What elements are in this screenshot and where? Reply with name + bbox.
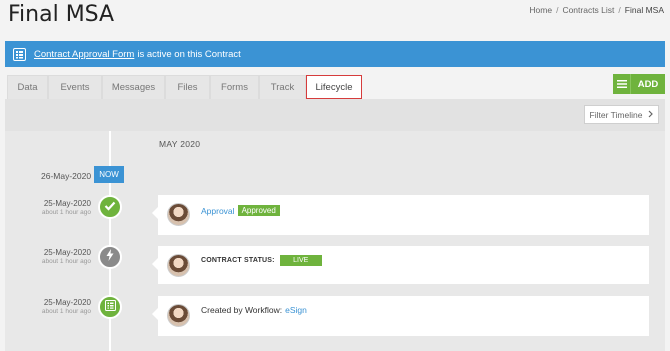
- breadcrumb-home[interactable]: Home: [529, 5, 552, 15]
- now-date: 26-May-2020: [41, 171, 92, 181]
- breadcrumb-contracts-list[interactable]: Contracts List: [562, 5, 614, 15]
- contract-status-label: CONTRACT STATUS:: [201, 257, 275, 264]
- esign-link[interactable]: eSign: [285, 305, 307, 315]
- chevron-right-icon: [648, 110, 654, 120]
- event-date-text: 25-May-2020: [43, 199, 91, 208]
- tab-data[interactable]: Data: [7, 75, 48, 99]
- live-badge: LIVE: [279, 255, 322, 266]
- event-ago: about 1 hour ago: [41, 209, 91, 216]
- approved-badge: Approved: [237, 205, 280, 216]
- event-circle: [98, 245, 122, 269]
- event-date: 25-May-2020 about 1 hour ago: [5, 298, 91, 315]
- breadcrumb: Home / Contracts List / Final MSA: [529, 5, 664, 15]
- event-date-text: 25-May-2020: [43, 248, 91, 257]
- lifecycle-panel: Filter Timeline MAY 2020 26-May-2020 NOW…: [5, 99, 665, 351]
- avatar: [167, 254, 190, 277]
- approval-link[interactable]: Approval: [201, 206, 235, 216]
- page-title: Final MSA: [8, 2, 115, 27]
- tab-bar: Data Events Messages Files Forms Track L…: [7, 75, 362, 99]
- tab-forms[interactable]: Forms: [210, 75, 259, 99]
- add-button[interactable]: ADD: [613, 74, 665, 94]
- avatar: [167, 203, 190, 226]
- event-card: CONTRACT STATUS: LIVE: [152, 246, 649, 284]
- event-card: Approval Approved: [152, 195, 649, 235]
- filter-timeline-label: Filter Timeline: [589, 109, 643, 120]
- event-date-text: 25-May-2020: [43, 298, 91, 307]
- check-icon: [104, 198, 116, 216]
- contract-approval-form-link[interactable]: Contract Approval Form: [34, 49, 134, 60]
- event-circle: [98, 195, 122, 219]
- event-date: 25-May-2020 about 1 hour ago: [5, 248, 91, 265]
- form-icon: [104, 298, 116, 316]
- event-card: Created by Workflow: eSign: [152, 296, 649, 336]
- now-badge: NOW: [94, 166, 124, 183]
- form-active-alert: Contract Approval Form is active on this…: [5, 41, 665, 67]
- event-date: 25-May-2020 about 1 hour ago: [5, 199, 91, 216]
- tab-track[interactable]: Track: [259, 75, 306, 99]
- hamburger-icon: [613, 74, 631, 94]
- alert-text: is active on this Contract: [137, 48, 241, 60]
- event-circle: [98, 295, 122, 319]
- form-icon: [13, 47, 26, 61]
- timeline-month: MAY 2020: [159, 139, 201, 149]
- filter-timeline-button[interactable]: Filter Timeline: [584, 105, 659, 124]
- avatar: [167, 304, 190, 327]
- tab-events[interactable]: Events: [48, 75, 102, 99]
- panel-toolbar: Filter Timeline: [5, 99, 665, 131]
- tab-lifecycle[interactable]: Lifecycle: [306, 75, 362, 99]
- breadcrumb-separator: /: [618, 5, 621, 15]
- event-ago: about 1 hour ago: [41, 258, 91, 265]
- lightning-icon: [106, 248, 114, 266]
- tab-messages[interactable]: Messages: [102, 75, 165, 99]
- breadcrumb-separator: /: [556, 5, 559, 15]
- created-by-text: Created by Workflow:: [201, 305, 283, 315]
- add-button-label: ADD: [637, 78, 659, 90]
- event-ago: about 1 hour ago: [41, 308, 91, 315]
- tab-files[interactable]: Files: [165, 75, 210, 99]
- breadcrumb-current: Final MSA: [624, 5, 664, 15]
